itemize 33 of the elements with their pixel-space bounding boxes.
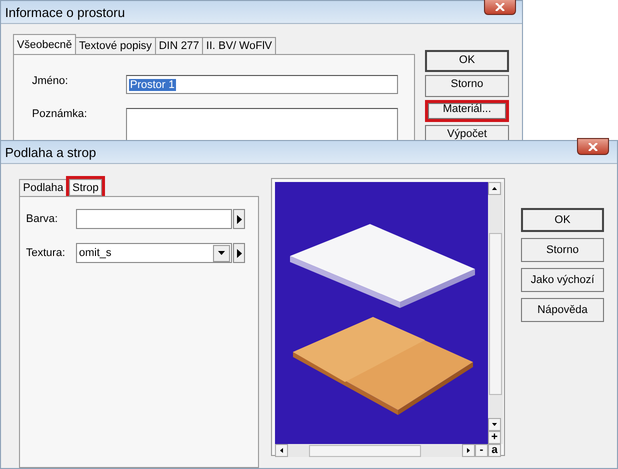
field-label: Jméno:	[32, 75, 70, 87]
text-field[interactable]: Prostor 1	[126, 75, 398, 94]
field-label: Barva:	[26, 213, 59, 225]
dialog-button[interactable]: Storno	[425, 75, 509, 97]
window-title: Podlaha a strop	[5, 144, 96, 160]
dialog-button[interactable]: Jako výchozí	[521, 268, 604, 292]
tab[interactable]: Textové popisy	[75, 37, 156, 54]
text-field[interactable]	[76, 209, 232, 229]
dialog-button[interactable]: Storno	[521, 238, 604, 262]
close-icon[interactable]	[577, 138, 609, 155]
scroll-down-icon[interactable]	[488, 418, 501, 431]
tab[interactable]: Všeobecně	[13, 34, 76, 54]
window-title: Informace o prostoru	[5, 4, 125, 20]
tab[interactable]: Podlaha	[19, 179, 68, 196]
dialog-button[interactable]: OK	[425, 50, 509, 72]
reset-view-button[interactable]: a	[488, 444, 501, 457]
scrollbar-thumb[interactable]	[309, 444, 421, 456]
scroll-up-icon[interactable]	[488, 182, 501, 195]
dialog-button[interactable]: Materiál...	[425, 100, 509, 122]
scroll-right-icon[interactable]	[462, 444, 475, 457]
scrollbar-thumb[interactable]	[489, 232, 502, 394]
field-label: Poznámka:	[32, 108, 88, 120]
dropdown-icon[interactable]	[213, 244, 230, 262]
dialog-button[interactable]: OK	[521, 208, 604, 232]
tab[interactable]: II. BV/ WoFlV	[202, 37, 276, 54]
dialog-button[interactable]: Nápověda	[521, 298, 604, 322]
zoom-in-button[interactable]: +	[488, 431, 501, 444]
close-icon[interactable]	[484, 0, 516, 15]
combo-box[interactable]: omit_s	[76, 243, 232, 263]
scroll-left-icon[interactable]	[275, 444, 288, 457]
field-label: Textura:	[26, 247, 66, 259]
tab[interactable]: Strop	[66, 176, 105, 196]
zoom-out-button[interactable]: -	[475, 444, 488, 457]
